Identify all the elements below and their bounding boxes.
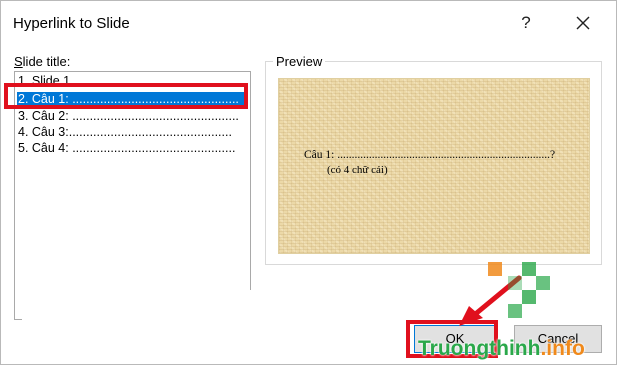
preview-hint-text: (có 4 chữ cái) xyxy=(327,164,388,176)
dialog-title: Hyperlink to Slide xyxy=(13,15,130,32)
preview-caption: Preview xyxy=(273,54,326,69)
close-button[interactable] xyxy=(569,9,597,37)
close-icon xyxy=(576,16,590,30)
help-button[interactable]: ? xyxy=(513,9,539,37)
title-bar: Hyperlink to Slide ? xyxy=(1,1,616,45)
watermark: Truongthinh.info xyxy=(418,337,585,360)
slide-preview: Câu 1: .................................… xyxy=(278,78,590,254)
slide-title-label: Slide title: xyxy=(14,54,71,69)
truongthinh-logo-icon xyxy=(488,262,550,318)
list-item-cau-2[interactable]: 3. Câu 2: ..............................… xyxy=(18,109,239,124)
preview-question-text: Câu 1: .................................… xyxy=(304,149,556,161)
list-item-cau-4[interactable]: 5. Câu 4: ..............................… xyxy=(18,141,235,156)
blank-area xyxy=(22,290,361,352)
highlight-box-selected-slide xyxy=(4,83,248,109)
list-item-cau-3[interactable]: 4. Câu 3:...............................… xyxy=(18,125,232,140)
